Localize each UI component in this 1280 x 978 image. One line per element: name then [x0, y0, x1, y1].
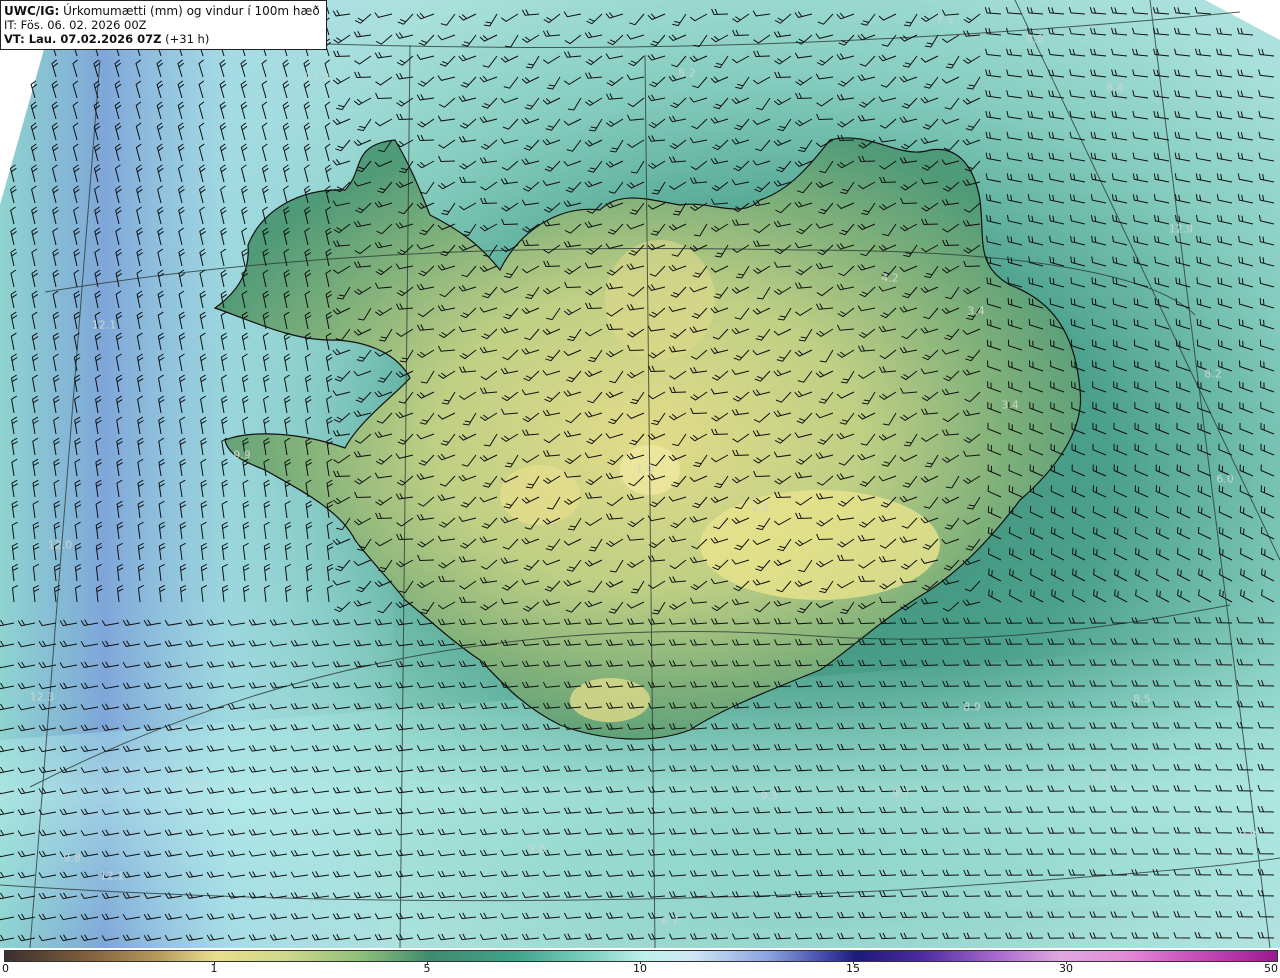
precipitation-map — [0, 0, 1280, 948]
title-line: UWC/IG: Úrkomumætti (mm) og vindur í 100… — [4, 4, 320, 18]
initial-time: IT: Fös. 06. 02. 2026 00Z — [4, 18, 147, 32]
forecast-info-box: UWC/IG: Úrkomumætti (mm) og vindur í 100… — [0, 0, 327, 50]
valid-time-line: VT: Lau. 07.02.2026 07Z (+31 h) — [4, 32, 320, 46]
colorbar-scale — [4, 950, 1278, 962]
vatnajokull-highlight — [700, 490, 940, 600]
colorbar-tick: 30 — [1059, 962, 1073, 975]
colorbar-tick: 15 — [846, 962, 860, 975]
langjokull-highlight — [500, 465, 580, 525]
north-highland-highlight — [605, 240, 715, 360]
colorbar-tick: 5 — [423, 962, 431, 975]
colorbar-tick: 1 — [210, 962, 218, 975]
forecast-lead: (+31 h) — [165, 32, 210, 46]
myrdalsjokull-highlight — [570, 678, 650, 722]
colorbar-tick: 10 — [633, 962, 647, 975]
colorbar-legend: 0 1 5 10 15 30 50 — [0, 948, 1280, 978]
map-title: Úrkomumætti (mm) og vindur í 100m hæð — [63, 4, 320, 18]
colorbar-tick: 0 — [2, 962, 9, 975]
colorbar-tick: 50 — [1264, 962, 1278, 975]
model-name: UWC/IG: — [4, 4, 60, 18]
map-panel: 7.5 8.0 11.9 8.2 8.4 4.2 3.4 8.2 3.4 12.… — [0, 0, 1280, 948]
valid-time: VT: Lau. 07.02.2026 07Z — [4, 32, 162, 46]
